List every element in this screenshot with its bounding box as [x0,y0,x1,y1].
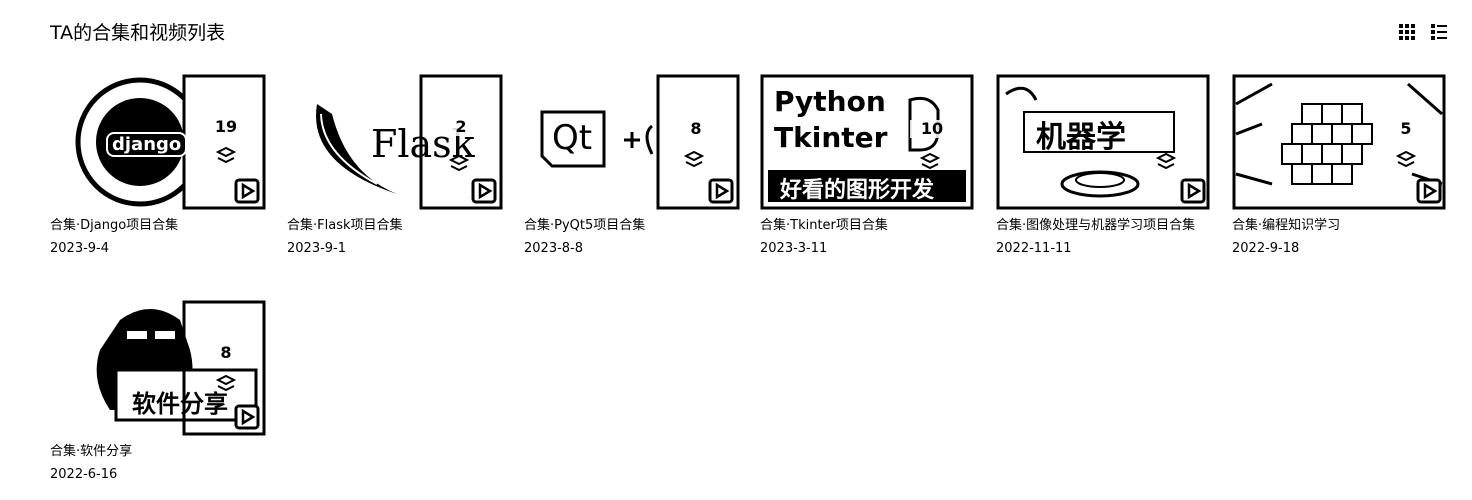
video-count: 2 [439,118,483,136]
grid-view-icon[interactable] [1398,23,1416,41]
collection-thumbnail: django 19 [50,74,266,210]
collection-title[interactable]: 合集·软件分享 [50,443,270,461]
video-count: 8 [674,120,718,138]
collection-date: 2022-6-16 [50,467,118,482]
collection-date: 2023-9-4 [50,241,110,256]
collection-title[interactable]: 合集·Tkinter项目合集 [760,217,980,235]
thumbnail-subtitle: 好看的图形开发 [780,178,935,203]
collection-card-flask[interactable]: Flask 2 合集·Flask项目合集 2023-9-1 [287,74,507,274]
collection-title[interactable]: 合集·PyQt5项目合集 [524,217,744,235]
collection-card-django[interactable]: django 19 合集·Django项目合集 2023-9-4 [50,74,270,274]
collection-title[interactable]: 合集·Flask项目合集 [287,217,507,235]
video-count: 8 [204,344,248,362]
collection-card-pyqt5[interactable]: Qt 8 合集·PyQt5项目合集 2023-8-8 [524,74,744,274]
collection-date: 2022-9-18 [1232,241,1300,256]
collection-card-ml[interactable]: 机器学 合集·图像处理与机器学习项目合集 2022-11-11 [996,74,1216,274]
collection-card-programming[interactable]: 5 合集·编程知识学习 2022-9-18 [1232,74,1452,274]
video-count: 5 [1384,120,1428,138]
collection-thumbnail: Python Tkinter 好看的图形开发 10 [760,74,976,210]
collection-card-software[interactable]: 软件分享 8 合集·软件分享 2022-6-16 [50,300,270,500]
thumbnail-logo-text: django [106,132,188,157]
collection-date: 2023-9-1 [287,241,347,256]
view-toggle [1398,23,1450,43]
collection-thumbnail: 5 [1232,74,1448,210]
collection-card-tkinter[interactable]: Python Tkinter 好看的图形开发 10 合集·Tkinter项目合集… [760,74,980,274]
collection-date: 2023-8-8 [524,241,584,256]
list-view-icon[interactable] [1430,23,1448,41]
collection-date: 2022-11-11 [996,241,1072,256]
thumbnail-logo-text: 软件分享 [132,390,228,418]
collection-thumbnail: 机器学 [996,74,1212,210]
collection-date: 2023-3-11 [760,241,828,256]
thumbnail-logo-text: 机器学 [1036,120,1126,155]
page-header: TA的合集和视频列表 [50,20,1450,46]
collection-title[interactable]: 合集·编程知识学习 [1232,217,1452,235]
thumbnail-logo-text: Qt [552,118,593,158]
page-title: TA的合集和视频列表 [50,22,226,44]
video-count: 10 [910,120,954,138]
video-count: 19 [204,118,248,136]
collection-title[interactable]: 合集·Django项目合集 [50,217,270,235]
collection-thumbnail: 软件分享 8 [50,300,266,436]
collection-thumbnail: Flask 2 [287,74,503,210]
collection-title[interactable]: 合集·图像处理与机器学习项目合集 [996,217,1216,235]
collection-thumbnail: Qt 8 [524,74,740,210]
thumbnail-logo-text: Python Tkinter [774,85,888,154]
